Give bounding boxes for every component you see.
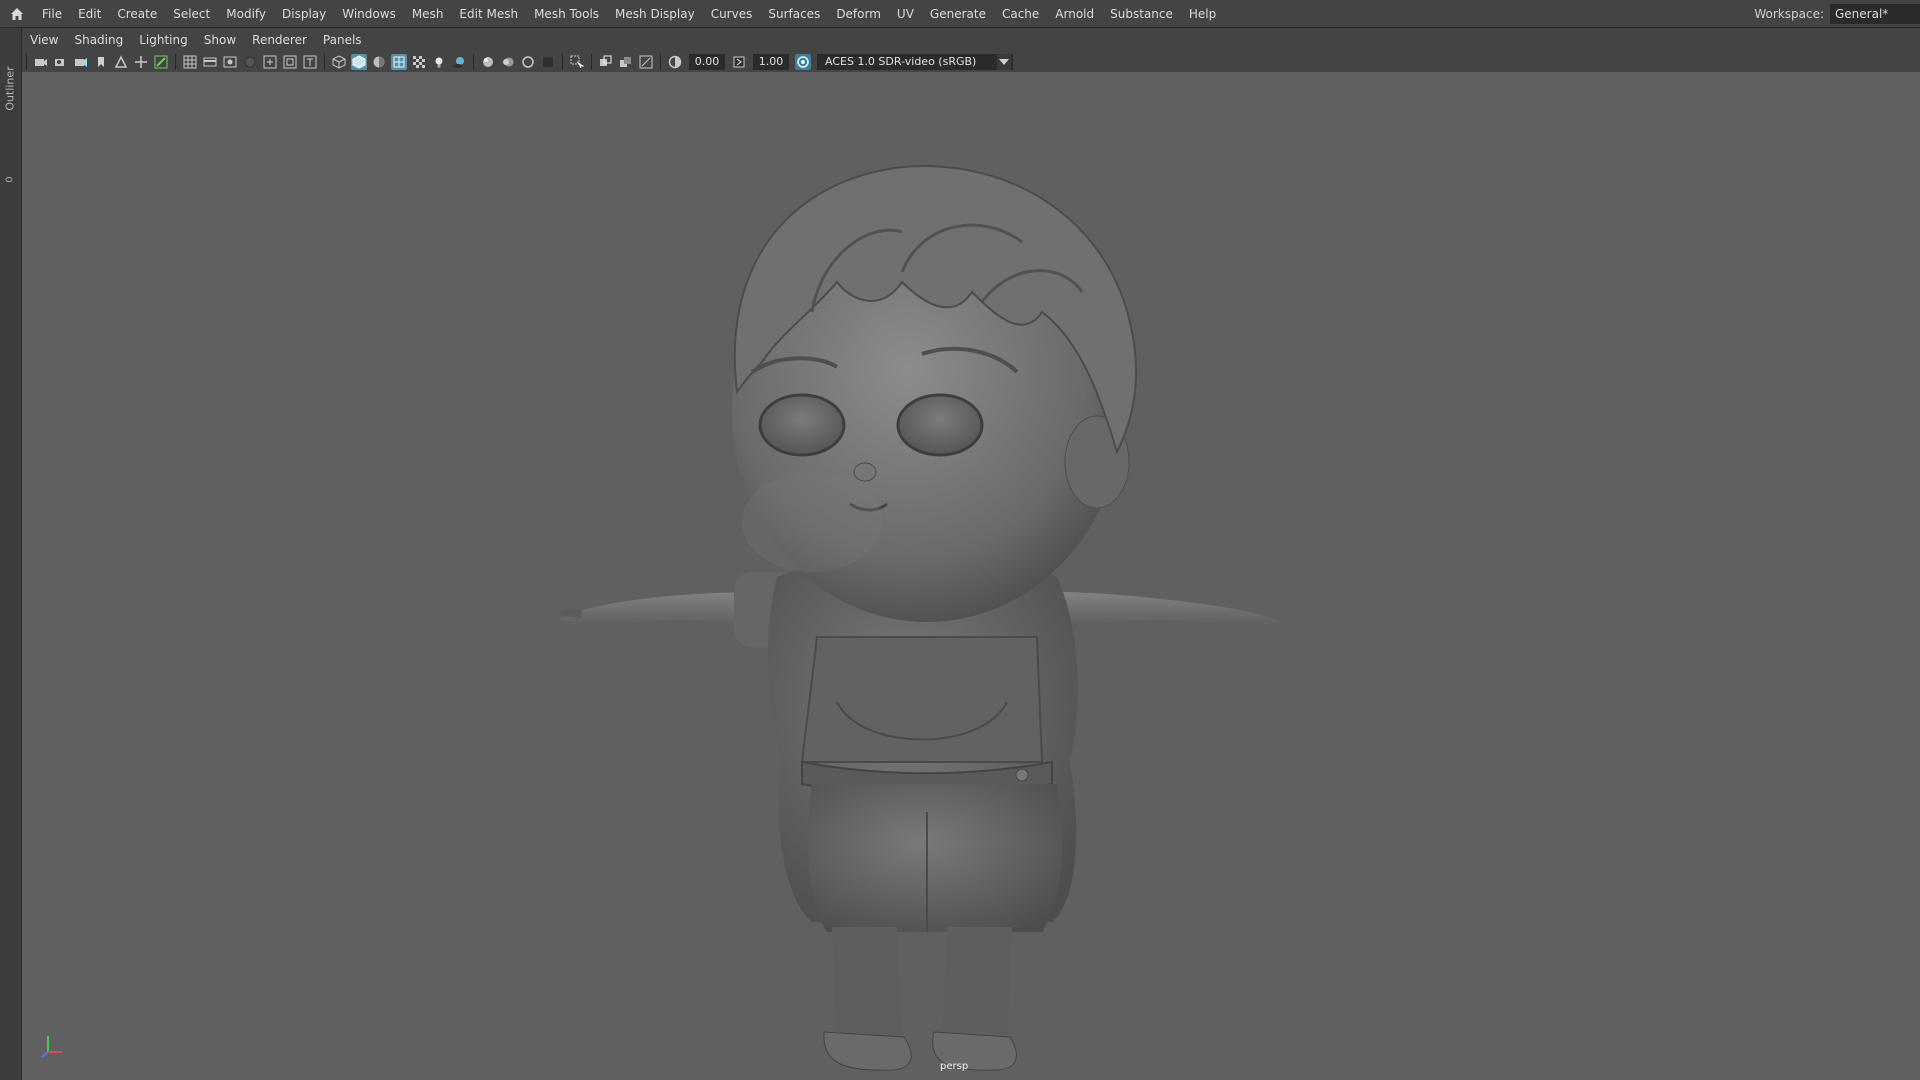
menu-arnold[interactable]: Arnold [1047, 0, 1102, 28]
workspace-label: Workspace: [1754, 7, 1824, 21]
toolbar-divider [175, 54, 176, 70]
character-model[interactable] [22, 72, 1920, 1080]
safe-action-icon[interactable] [282, 54, 298, 70]
gate-mask-icon[interactable] [242, 54, 258, 70]
two-d-pan-icon[interactable] [133, 54, 149, 70]
toolbar-divider [26, 54, 27, 70]
menu-deform[interactable]: Deform [828, 0, 889, 28]
safe-title-icon[interactable] [302, 54, 318, 70]
menu-windows[interactable]: Windows [334, 0, 404, 28]
isolate-select-icon[interactable] [569, 54, 585, 70]
left-tool-strip: Outliner 0 [0, 28, 22, 1080]
strip-zero-label: 0 [4, 176, 16, 183]
xray-joints-icon[interactable] [638, 54, 654, 70]
xray-icon[interactable] [598, 54, 614, 70]
menu-create[interactable]: Create [109, 0, 165, 28]
main-menubar: File Edit Create Select Modify Display W… [0, 0, 1920, 28]
perspective-viewport[interactable]: persp [22, 72, 1920, 1080]
menu-mesh[interactable]: Mesh [404, 0, 452, 28]
panel-menu-view[interactable]: View [22, 28, 66, 52]
view-transform-dropdown[interactable]: ACES 1.0 SDR-video (sRGB) [817, 54, 1013, 70]
exposure-icon[interactable] [667, 54, 683, 70]
toolbar-divider [473, 54, 474, 70]
menu-uv[interactable]: UV [889, 0, 922, 28]
head [732, 165, 1137, 622]
resolution-gate-icon[interactable] [222, 54, 238, 70]
legs [823, 927, 1017, 1071]
camera-name-label: persp [940, 1061, 969, 1072]
film-gate-icon[interactable] [202, 54, 218, 70]
wireframe-icon[interactable] [331, 54, 347, 70]
panel-menu-panels[interactable]: Panels [315, 28, 370, 52]
outliner-tab-label: Outliner [3, 65, 17, 111]
menu-help[interactable]: Help [1181, 0, 1224, 28]
color-management-icon[interactable] [795, 54, 811, 70]
menu-mesh-tools[interactable]: Mesh Tools [526, 0, 607, 28]
menu-edit-mesh[interactable]: Edit Mesh [451, 0, 526, 28]
gamma-field[interactable]: 1.00 [753, 54, 789, 70]
workspace-selector: Workspace: General* [1754, 0, 1920, 28]
chevron-down-icon[interactable] [997, 54, 1011, 70]
home-icon[interactable] [0, 0, 34, 28]
toolbar-divider [591, 54, 592, 70]
menu-substance[interactable]: Substance [1102, 0, 1181, 28]
use-all-lights-icon[interactable] [431, 54, 447, 70]
textured-icon[interactable] [411, 54, 427, 70]
screen-space-ao-icon[interactable] [480, 54, 496, 70]
smooth-shade-icon[interactable] [351, 54, 367, 70]
bookmark-camera-icon[interactable] [73, 54, 89, 70]
panel-menu-shading[interactable]: Shading [66, 28, 131, 52]
menu-cache[interactable]: Cache [994, 0, 1047, 28]
grease-pencil-icon[interactable] [153, 54, 169, 70]
panel-menu-lighting[interactable]: Lighting [131, 28, 196, 52]
menu-modify[interactable]: Modify [218, 0, 274, 28]
select-camera-icon[interactable] [33, 54, 49, 70]
menu-select[interactable]: Select [165, 0, 218, 28]
menu-display[interactable]: Display [274, 0, 334, 28]
default-material-icon[interactable] [371, 54, 387, 70]
exposure-field[interactable]: 0.00 [689, 54, 725, 70]
menu-edit[interactable]: Edit [70, 0, 109, 28]
camera-attributes-icon[interactable] [53, 54, 69, 70]
panel-menubar: View Shading Lighting Show Renderer Pane… [22, 28, 1920, 52]
panel-menu-show[interactable]: Show [196, 28, 244, 52]
field-chart-icon[interactable] [262, 54, 278, 70]
shadows-icon[interactable] [451, 54, 467, 70]
panel-menu-renderer[interactable]: Renderer [244, 28, 315, 52]
menu-curves[interactable]: Curves [703, 0, 761, 28]
toolbar-divider [562, 54, 563, 70]
wireframe-on-shaded-icon[interactable] [391, 54, 407, 70]
menu-surfaces[interactable]: Surfaces [760, 0, 828, 28]
bookmark-icon[interactable] [93, 54, 109, 70]
image-plane-icon[interactable] [113, 54, 129, 70]
view-axis-gizmo [38, 1030, 68, 1064]
workspace-dropdown[interactable]: General* [1830, 4, 1920, 24]
toolbar-divider [324, 54, 325, 70]
anti-aliasing-icon[interactable] [520, 54, 536, 70]
xray-active-components-icon[interactable] [618, 54, 634, 70]
menu-file[interactable]: File [34, 0, 70, 28]
gamma-icon[interactable] [731, 54, 747, 70]
outliner-tab[interactable]: Outliner [1, 58, 19, 118]
motion-blur-icon[interactable] [500, 54, 516, 70]
menu-generate[interactable]: Generate [922, 0, 994, 28]
panel-toolbar: 0.00 1.00 ACES 1.0 SDR-video (sRGB) [22, 52, 1920, 73]
grid-icon[interactable] [182, 54, 198, 70]
view-transform-value: ACES 1.0 SDR-video (sRGB) [825, 55, 977, 68]
toolbar-divider [660, 54, 661, 70]
depth-of-field-icon[interactable] [540, 54, 556, 70]
left-arm [559, 572, 802, 647]
menu-mesh-display[interactable]: Mesh Display [607, 0, 703, 28]
